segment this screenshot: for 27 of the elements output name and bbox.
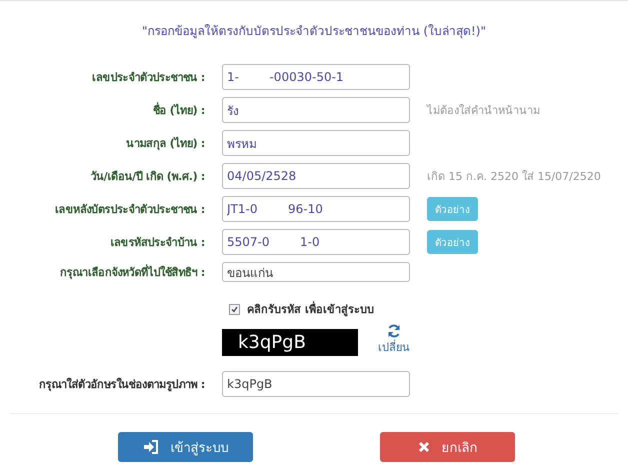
form-heading: "กรอกข้อมูลให้ตรงกับบัตรประจำตัวประชาชนของท่าน (ใบล่าสุด!)": [140, 23, 488, 40]
field-label: เลขรหัสประจำบ้าน :: [109, 235, 205, 251]
field-label: ชื่อ (ไทย) :: [152, 101, 205, 119]
field-label: วัน/เดือน/ปี เกิด (พ.ศ.) :: [89, 169, 205, 185]
field-label: กรุณาเลือกจังหวัดที่ไปใช้สิทธิฯ :: [58, 263, 205, 281]
captcha-image: k3qPgB: [222, 329, 358, 356]
field-label: เลขประจำตัวประชาชน :: [91, 70, 205, 86]
hint-text: เกิด 15 ก.ค. 2520 ใส่ 15/07/2520: [427, 169, 601, 185]
hint-text: ไม่ต้องใส่คำนำหน้านาม: [427, 103, 540, 119]
consent-checkbox[interactable]: [229, 304, 240, 314]
input-field[interactable]: 5507-0 1-0: [222, 229, 410, 255]
input-field[interactable]: รัง: [222, 97, 410, 123]
login-icon: [142, 440, 158, 454]
refresh-button[interactable]: เปลี่ยน: [378, 324, 410, 356]
refresh-icon: [387, 324, 401, 338]
captcha-field[interactable]: k3qPgB: [222, 371, 410, 397]
close-icon: [418, 441, 430, 453]
login-button[interactable]: เข้าสู่ระบบ: [118, 432, 253, 462]
field-label: นามสกุล (ไทย) :: [125, 136, 205, 152]
cancel-button[interactable]: ยกเลิก: [380, 432, 515, 462]
input-field[interactable]: 04/05/2528: [222, 163, 410, 189]
input-field[interactable]: 1- -00030-50-1: [222, 64, 410, 90]
input-field[interactable]: พรหม: [222, 130, 410, 156]
consent-label: คลิกรับรหัส เพื่อเข้าสู่ระบบ: [247, 300, 374, 318]
province-field[interactable]: ขอนแก่น: [222, 262, 410, 282]
field-label: เลขหลังบัตรประจำตัวประชาชน :: [54, 202, 205, 218]
captcha-label: กรุณาใส่ตัวอักษรในช่องตามรูปภาพ :: [38, 376, 205, 393]
